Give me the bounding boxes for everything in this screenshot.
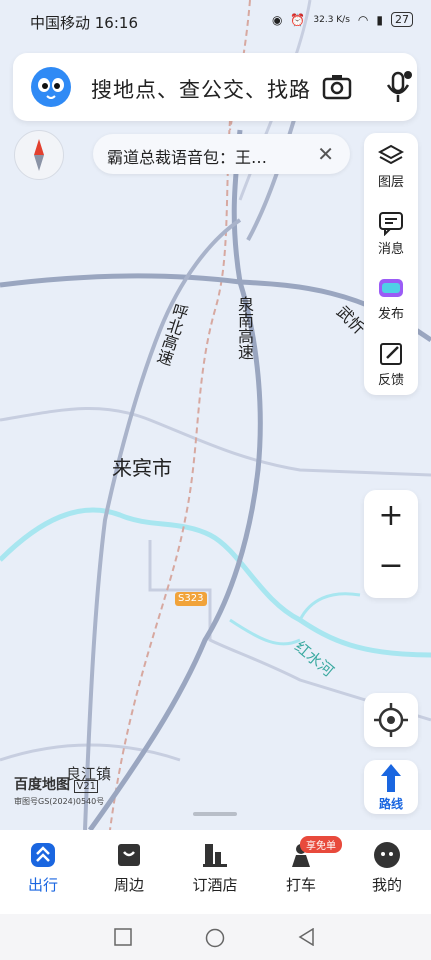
tool-messages[interactable]: 消息 — [364, 210, 418, 257]
banner-text: 霸道总裁语音包：王… — [107, 148, 268, 167]
status-bar: 中国移动 16:16 ◉ ⏰ 32.3 K/s ◠ ▮ 27 — [0, 0, 431, 40]
tool-publish[interactable]: 发布 — [364, 275, 418, 322]
tab-label: 出行 — [27, 876, 58, 894]
tool-feedback[interactable]: 反馈 — [364, 341, 418, 388]
tool-label: 发布 — [377, 307, 404, 322]
zoom-control: + − — [364, 490, 418, 598]
recent-apps-icon[interactable] — [114, 928, 132, 946]
tool-layers[interactable]: 图层 — [364, 143, 418, 190]
tab-nearby[interactable]: 周边 — [94, 840, 164, 895]
tab-label: 打车 — [285, 876, 316, 894]
tab-travel[interactable]: 出行 — [8, 840, 78, 895]
close-icon[interactable]: ✕ — [317, 142, 334, 166]
wifi-icon: ◠ — [357, 12, 369, 27]
tab-mine[interactable]: 我的 — [352, 840, 422, 895]
mascot-icon — [31, 67, 71, 107]
tab-hotel[interactable]: 订酒店 — [180, 840, 250, 895]
nearby-icon — [118, 844, 140, 866]
travel-icon — [31, 843, 55, 867]
tab-label: 我的 — [371, 876, 402, 894]
bottom-tab-bar: 出行 周边 订酒店 打车 我的 — [0, 830, 431, 914]
microphone-icon[interactable] — [384, 69, 414, 105]
tab-label: 周边 — [113, 876, 144, 894]
zoom-in-button[interactable]: + — [364, 498, 418, 533]
eye-icon: ◉ — [271, 12, 283, 27]
road-badge-s323: S323 — [178, 593, 204, 604]
status-icons: ◉ ⏰ 32.3 K/s ◠ ▮ 27 — [272, 12, 413, 27]
brand-logo: 百度地图 V21 — [14, 774, 99, 794]
tab-label: 订酒店 — [192, 876, 238, 894]
brand-version: V21 — [74, 780, 99, 793]
system-nav-bar — [0, 914, 431, 960]
carrier-time: 中国移动 16:16 — [30, 14, 138, 32]
tool-label: 反馈 — [377, 373, 404, 388]
layers-icon — [378, 144, 404, 165]
back-icon[interactable] — [298, 928, 316, 946]
search-input[interactable]: 搜地点、查公交、找路 — [91, 74, 311, 104]
voice-pack-banner[interactable]: 霸道总裁语音包：王… ✕ — [93, 134, 350, 174]
camera-icon[interactable] — [321, 71, 353, 103]
alarm-icon: ⏰ — [290, 12, 306, 27]
compass-icon — [34, 139, 44, 171]
route-label: 路线 — [378, 797, 403, 811]
tool-label: 图层 — [377, 175, 404, 190]
battery: 27 — [391, 12, 413, 27]
home-icon[interactable] — [205, 928, 225, 948]
profile-icon — [374, 842, 400, 868]
feedback-icon — [380, 343, 402, 365]
city-label: 来宾市 — [112, 456, 172, 480]
net-speed: 32.3 K/s — [313, 14, 350, 25]
promo-badge: 享免单 — [300, 836, 342, 853]
drag-handle[interactable] — [193, 812, 237, 816]
side-toolbar: 图层 消息 发布 反馈 — [364, 133, 418, 395]
locate-button[interactable] — [364, 693, 418, 747]
review-number: 审图号GS(2024)0540号 — [14, 797, 105, 806]
route-arrow-icon — [381, 764, 401, 792]
signal-icon: ▮ — [376, 12, 383, 27]
brand-name: 百度地图 — [14, 777, 70, 793]
search-bar[interactable]: 搜地点、查公交、找路 — [13, 53, 417, 121]
message-icon — [379, 212, 403, 236]
publish-icon — [379, 279, 403, 297]
hotel-icon — [203, 844, 227, 867]
compass-button[interactable] — [14, 130, 64, 180]
tool-label: 消息 — [377, 242, 404, 257]
location-target-icon — [374, 703, 408, 737]
zoom-out-button[interactable]: − — [364, 548, 418, 583]
route-button[interactable]: 路线 — [364, 760, 418, 814]
highway-label-quannan: 泉南高速 — [235, 296, 254, 360]
